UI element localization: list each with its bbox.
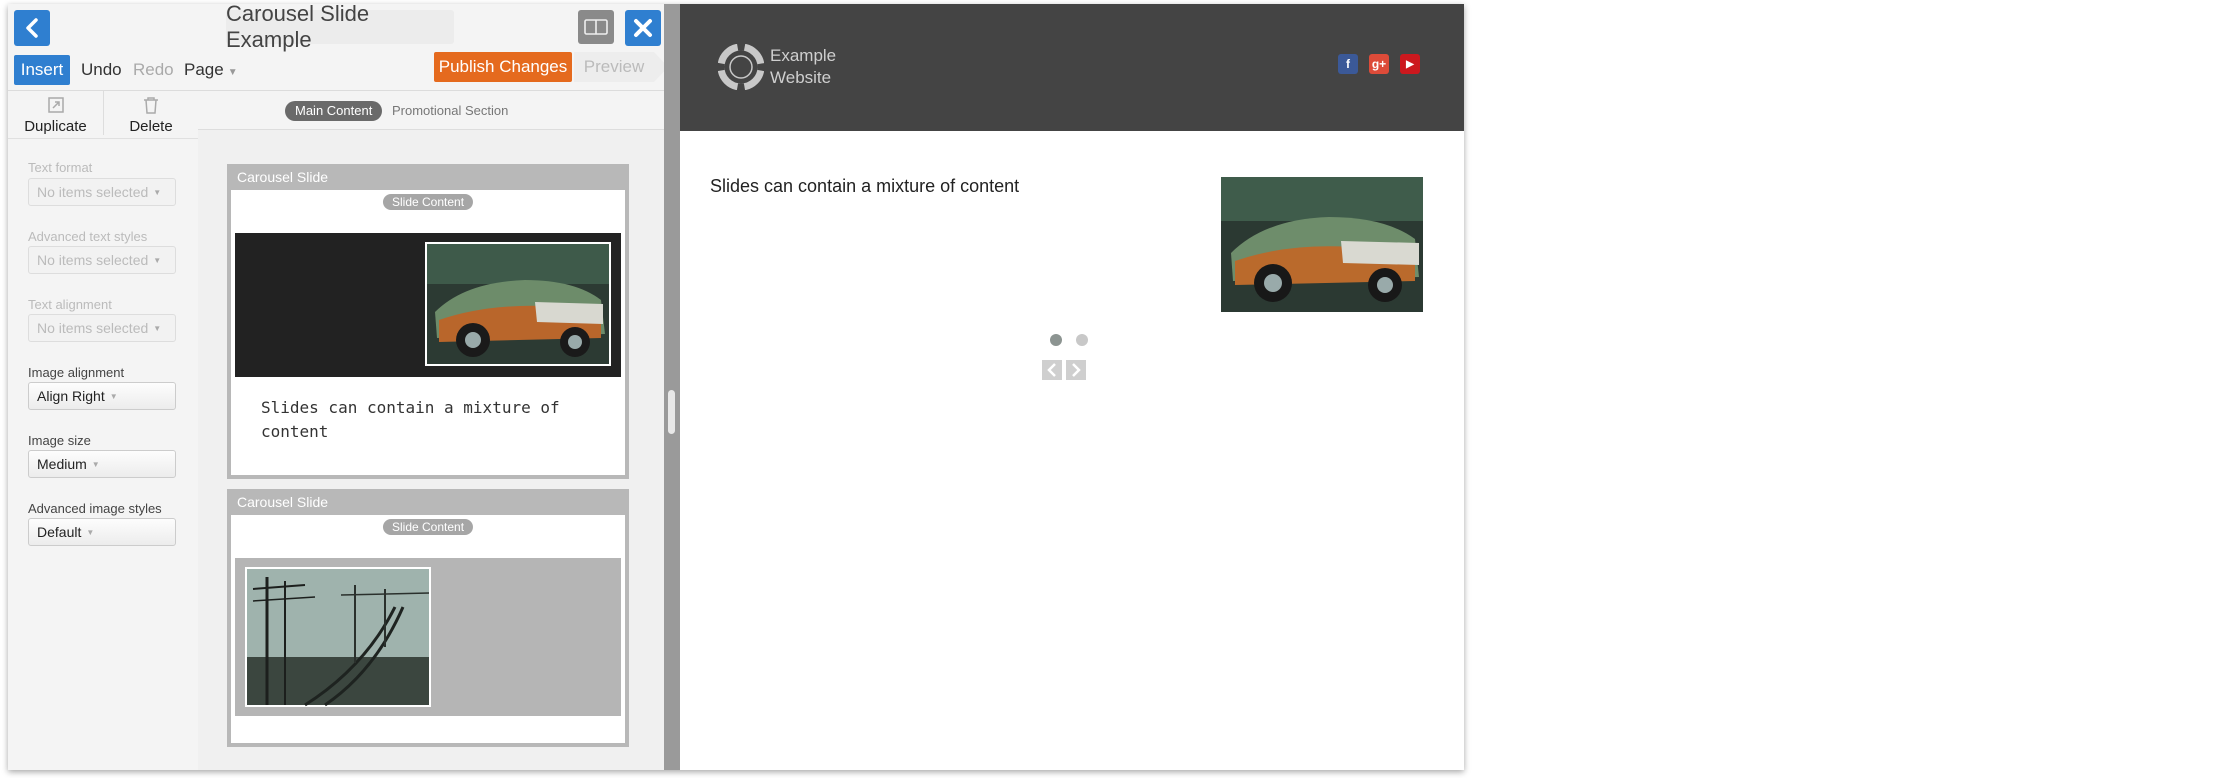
railway-image[interactable]	[245, 567, 431, 707]
publish-changes-button[interactable]: Publish Changes	[434, 52, 572, 82]
caret-down-icon: ▼	[91, 459, 100, 469]
caret-down-icon: ▼	[153, 323, 162, 333]
preview-button[interactable]: Preview	[574, 52, 668, 82]
site-name-line2: Website	[770, 68, 832, 87]
caret-down-icon: ▼	[109, 391, 118, 401]
slide-content-badge: Slide Content	[382, 519, 474, 535]
advanced-image-styles-label: Advanced image styles	[28, 501, 162, 516]
image-block[interactable]	[235, 233, 621, 377]
image-block[interactable]	[235, 558, 621, 716]
slide-body: Slide Content	[231, 515, 625, 743]
text-format-value: No items selected	[37, 184, 149, 200]
slide-content-badge: Slide Content	[382, 194, 474, 210]
editor-toolbar: Carousel Slide Example Insert Undo Redo …	[8, 4, 668, 91]
page-menu-label: Page	[184, 60, 224, 79]
website-preview: Example Website f g+ ▶ Slides can contai…	[680, 4, 1464, 770]
chevron-right-icon	[1072, 363, 1081, 377]
close-button[interactable]	[625, 10, 661, 46]
image-alignment-value: Align Right	[37, 388, 105, 404]
carousel-prev-button[interactable]	[1042, 360, 1062, 380]
back-button[interactable]	[14, 10, 50, 46]
text-alignment-label: Text alignment	[28, 297, 112, 312]
section-tabs: Main Content Promotional Section	[198, 91, 664, 130]
advanced-text-styles-select[interactable]: No items selected ▼	[28, 246, 176, 274]
carousel-slide-text: Slides can contain a mixture of content	[710, 176, 1020, 196]
image-alignment-label: Image alignment	[28, 365, 125, 380]
duplicate-button[interactable]: Duplicate	[8, 91, 104, 135]
undo-button[interactable]: Undo	[81, 60, 122, 80]
divider	[8, 138, 198, 139]
carousel-dot-active[interactable]	[1050, 334, 1062, 346]
carousel-dot[interactable]	[1076, 334, 1088, 346]
tab-promotional-section[interactable]: Promotional Section	[392, 103, 508, 118]
car-image[interactable]	[1221, 177, 1423, 312]
caret-down-icon: ▼	[153, 187, 162, 197]
slide-header: Carousel Slide	[237, 494, 329, 510]
lifebuoy-logo-icon[interactable]	[718, 44, 764, 90]
editor-window: Carousel Slide Example Insert Undo Redo …	[8, 4, 1464, 770]
text-alignment-value: No items selected	[37, 320, 149, 336]
slide-text[interactable]: Slides can contain a mixture of content	[261, 396, 591, 444]
caret-down-icon: ▼	[153, 255, 162, 265]
tab-main-content[interactable]: Main Content	[285, 101, 383, 121]
youtube-icon[interactable]: ▶	[1400, 54, 1420, 74]
caret-down-icon: ▼	[86, 527, 95, 537]
trash-icon	[144, 97, 158, 114]
image-size-label: Image size	[28, 433, 91, 448]
properties-panel: Duplicate Delete Text format No items se…	[8, 91, 199, 770]
advanced-text-styles-value: No items selected	[37, 252, 149, 268]
book-layout-icon	[584, 19, 608, 35]
site-header: Example Website f g+ ▶	[680, 4, 1464, 131]
slide-header: Carousel Slide	[237, 169, 329, 185]
editor-panel: Carousel Slide Example Insert Undo Redo …	[8, 4, 668, 770]
text-alignment-select[interactable]: No items selected ▼	[28, 314, 176, 342]
chevron-left-icon	[1047, 363, 1056, 377]
redo-button[interactable]: Redo	[133, 60, 174, 80]
duplicate-label: Duplicate	[24, 118, 87, 135]
splitter-handle[interactable]	[668, 390, 675, 434]
delete-label: Delete	[129, 118, 173, 135]
advanced-text-styles-label: Advanced text styles	[28, 229, 148, 244]
advanced-image-styles-select[interactable]: Default ▼	[28, 518, 176, 546]
car-image[interactable]	[425, 242, 611, 366]
page-title: Carousel Slide Example	[226, 4, 454, 52]
google-plus-icon[interactable]: g+	[1369, 54, 1389, 74]
carousel-slide[interactable]: Carousel Slide Slide Content	[227, 489, 629, 747]
image-size-select[interactable]: Medium ▼	[28, 450, 176, 478]
slide-body: Slide Content Slides can contain a mixtu…	[231, 190, 625, 475]
advanced-image-styles-value: Default	[37, 524, 82, 540]
caret-down-icon: ▼	[227, 67, 238, 78]
image-size-value: Medium	[37, 456, 87, 472]
image-alignment-select[interactable]: Align Right ▼	[28, 382, 176, 410]
delete-button[interactable]: Delete	[104, 91, 198, 135]
content-canvas: Main Content Promotional Section Carouse…	[198, 91, 664, 770]
chevron-left-icon	[26, 18, 38, 38]
pane-splitter[interactable]	[664, 4, 680, 770]
layout-toggle-button[interactable]	[578, 10, 614, 44]
text-format-label: Text format	[28, 160, 93, 175]
site-name-line1: Example	[770, 46, 837, 65]
close-icon	[634, 19, 652, 37]
carousel-slide[interactable]: Carousel Slide Slide Content	[227, 164, 629, 479]
duplicate-icon	[47, 97, 64, 113]
carousel-next-button[interactable]	[1066, 360, 1086, 380]
page-menu-button[interactable]: Page ▼	[184, 60, 238, 80]
insert-button[interactable]: Insert	[14, 55, 70, 85]
facebook-icon[interactable]: f	[1338, 54, 1358, 74]
text-format-select[interactable]: No items selected ▼	[28, 178, 176, 206]
site-name[interactable]: Example Website	[770, 45, 836, 89]
